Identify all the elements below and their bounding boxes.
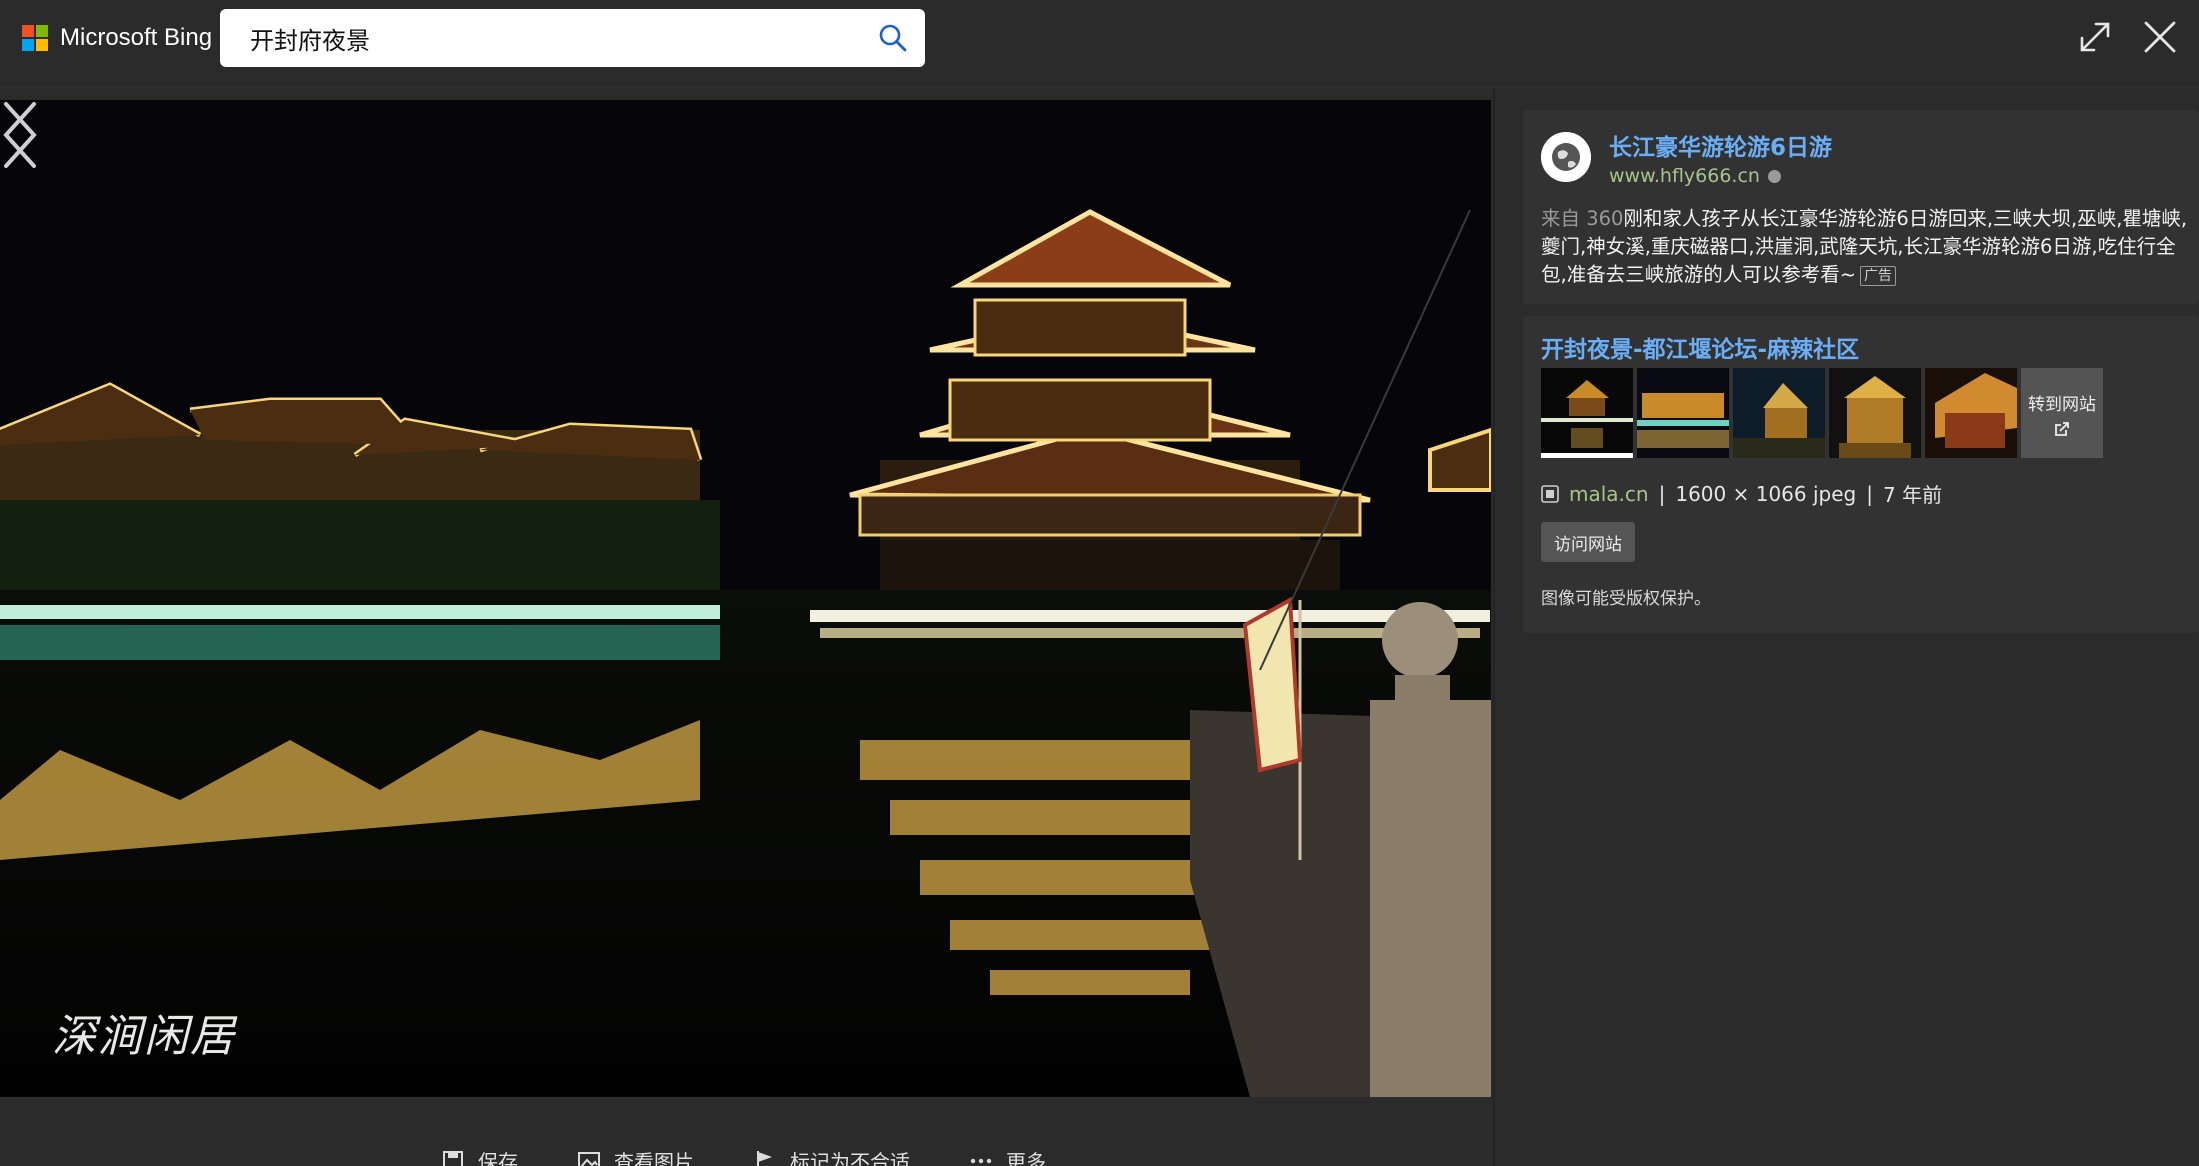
image-age: 7 年前 xyxy=(1882,483,1943,507)
logo-text: Microsoft Bing xyxy=(60,24,213,51)
thumbnail[interactable] xyxy=(1541,368,1633,458)
external-link-icon xyxy=(2055,421,2069,436)
main-image[interactable] xyxy=(0,100,1491,1097)
ad-badge: 广告 xyxy=(1860,265,1897,286)
flag-inappropriate-label: 标记为不合适 xyxy=(790,1150,910,1166)
thumbnail[interactable] xyxy=(1637,368,1729,458)
go-to-website-tile[interactable]: 转到网站 xyxy=(2021,368,2103,458)
save-label: 保存 xyxy=(478,1150,518,1166)
flag-inappropriate-button[interactable]: 标记为不合适 xyxy=(752,1146,910,1166)
more-icon xyxy=(970,1158,992,1163)
source-card: 开封夜景-都江堰论坛-麻辣社区 转到网站 mala.cn | 1600 × 10… xyxy=(1523,316,2199,633)
search-icon[interactable] xyxy=(877,22,909,54)
image-metadata: mala.cn | 1600 × 1066 jpeg | 7 年前 xyxy=(1541,479,1942,508)
flag-icon xyxy=(757,1150,772,1166)
source-title-link[interactable]: 开封夜景-都江堰论坛-麻辣社区 xyxy=(1541,330,1859,364)
image-icon xyxy=(578,1151,600,1166)
meta-separator: | xyxy=(1866,481,1873,506)
meta-separator: | xyxy=(1658,481,1666,506)
bing-logo[interactable]: Microsoft Bing xyxy=(22,24,212,52)
ad-description: 来自 360刚和家人孩子从长江豪华游轮游6日游回来,三峡大坝,巫峡,瞿塘峡,夔门… xyxy=(1541,205,2191,289)
expand-icon[interactable] xyxy=(2076,18,2114,56)
globe-icon xyxy=(1541,132,1591,182)
panel-divider xyxy=(1493,88,1495,1166)
visit-website-button[interactable]: 访问网站 xyxy=(1541,522,1635,562)
thumbnail[interactable] xyxy=(1925,368,2017,458)
view-image-label: 查看图片 xyxy=(614,1150,694,1166)
source-domain-link[interactable]: mala.cn xyxy=(1569,482,1649,506)
more-label: 更多 xyxy=(1006,1150,1046,1166)
view-image-button[interactable]: 查看图片 xyxy=(576,1146,694,1166)
night-scene-image xyxy=(0,100,1491,1097)
ad-title-link[interactable]: 长江豪华游轮游6日游 xyxy=(1609,128,1832,162)
ad-url: www.hfly666.cn xyxy=(1609,165,1781,187)
copyright-notice: 图像可能受版权保护。 xyxy=(1541,589,1711,609)
ad-from-label: 来自 360 xyxy=(1541,207,1624,230)
save-button[interactable]: 保存 xyxy=(440,1146,518,1166)
microsoft-logo-icon xyxy=(22,25,48,51)
top-bar: Microsoft Bing xyxy=(0,0,2199,88)
site-favicon-icon xyxy=(1541,484,1559,503)
image-watermark: 深涧闲居 xyxy=(52,1011,236,1062)
thumbnail[interactable] xyxy=(1733,368,1825,458)
ad-url-text: www.hfly666.cn xyxy=(1609,165,1760,187)
related-thumbnails: 转到网站 xyxy=(1541,368,2103,458)
go-to-website-label: 转到网站 xyxy=(2028,394,2096,415)
image-dimensions: 1600 × 1066 jpeg xyxy=(1675,481,1857,506)
save-icon xyxy=(443,1150,463,1166)
ad-card[interactable]: 长江豪华游轮游6日游 www.hfly666.cn 来自 360刚和家人孩子从长… xyxy=(1523,110,2199,304)
info-icon[interactable] xyxy=(1767,170,1781,183)
next-image-icon[interactable] xyxy=(0,100,40,170)
search-box xyxy=(220,9,925,67)
image-actions: 保存 查看图片 标记为不合适 更多 xyxy=(440,1146,1046,1166)
thumbnail[interactable] xyxy=(1829,368,1921,458)
more-button[interactable]: 更多 xyxy=(968,1146,1046,1166)
close-icon[interactable] xyxy=(2141,18,2179,56)
search-input[interactable] xyxy=(250,9,850,67)
